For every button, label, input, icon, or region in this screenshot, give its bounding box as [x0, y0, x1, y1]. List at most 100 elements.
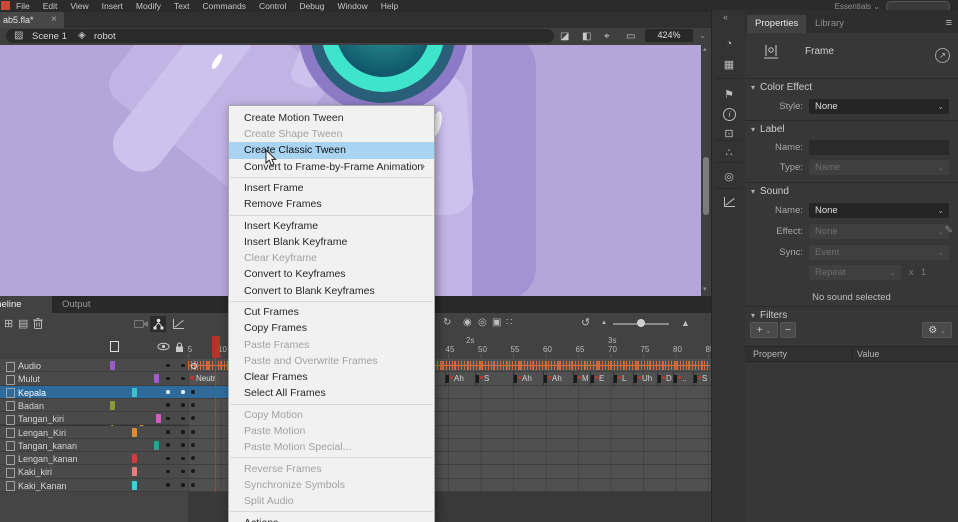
- menu-item-insert-blank-keyframe[interactable]: Insert Blank Keyframe: [229, 234, 434, 250]
- layer-lock-dot[interactable]: [181, 390, 185, 394]
- layer-row-lengan-kiri[interactable]: Lengan_Kiri: [0, 426, 188, 439]
- layer-lock-dot[interactable]: [181, 403, 185, 407]
- menu-text[interactable]: Text: [174, 1, 190, 11]
- menu-item-select-all-frames[interactable]: Select All Frames: [229, 385, 434, 401]
- layer-visibility-dot[interactable]: [166, 364, 170, 368]
- camera-icon[interactable]: [132, 316, 148, 332]
- particles-icon[interactable]: ∴: [712, 146, 746, 159]
- layer-color-swatch[interactable]: [132, 454, 137, 463]
- layer-row-tangan-kanan[interactable]: Tangan_kanan: [0, 439, 188, 452]
- label-name-input[interactable]: [809, 140, 949, 155]
- edit-sound-pencil-icon[interactable]: ✎: [945, 225, 953, 236]
- menu-item-copy-frames[interactable]: Copy Frames: [229, 320, 434, 336]
- menu-item-convert-to-blank-keyframes[interactable]: Convert to Blank Keyframes: [229, 283, 434, 299]
- clip-bounds-icon[interactable]: ▭: [626, 31, 635, 42]
- tab-timeline[interactable]: Timeline: [0, 296, 52, 313]
- layer-row-audio[interactable]: Audio: [0, 359, 188, 372]
- layer-color-swatch[interactable]: [132, 467, 137, 476]
- menu-insert[interactable]: Insert: [102, 1, 123, 11]
- layer-row-kaki-kanan[interactable]: Kaki_Kanan: [0, 479, 188, 492]
- filter-options-button[interactable]: ⚙ ⌄: [922, 322, 952, 338]
- layer-visibility-dot[interactable]: [166, 443, 170, 447]
- zoom-caret-icon[interactable]: ⌄: [699, 32, 706, 40]
- lock-icon[interactable]: [174, 342, 185, 353]
- layer-visibility-dot[interactable]: [166, 377, 170, 381]
- playhead-marker[interactable]: [212, 336, 220, 358]
- section-sound[interactable]: ▾Sound: [751, 186, 789, 197]
- clip-content-icon[interactable]: ◪: [560, 31, 569, 42]
- layer-lock-dot[interactable]: [181, 470, 185, 474]
- tab-properties[interactable]: Properties: [747, 15, 806, 33]
- menu-item-create-motion-tween[interactable]: Create Motion Tween: [229, 110, 434, 126]
- layer-visibility-dot[interactable]: [166, 390, 170, 394]
- menu-item-actions[interactable]: Actions: [229, 515, 434, 522]
- easing-graph-icon[interactable]: [723, 196, 736, 208]
- graph-view-icon[interactable]: [170, 316, 186, 332]
- layer-color-swatch[interactable]: [154, 374, 159, 383]
- zoom-in-frames-icon[interactable]: ▲: [681, 318, 690, 328]
- layer-lock-dot[interactable]: [181, 443, 185, 447]
- fill-view-icon[interactable]: ◧: [582, 31, 591, 42]
- menu-item-create-classic-tween[interactable]: Create Classic Tween: [229, 142, 434, 158]
- color-palette-icon[interactable]: ◔: [712, 38, 746, 50]
- layer-color-swatch[interactable]: [156, 414, 161, 423]
- menu-window[interactable]: Window: [337, 1, 367, 11]
- menu-item-insert-keyframe[interactable]: Insert Keyframe: [229, 218, 434, 234]
- scroll-down-icon[interactable]: ▾: [703, 286, 707, 293]
- menu-item-convert-to-keyframes[interactable]: Convert to Keyframes: [229, 266, 434, 282]
- layer-lock-dot[interactable]: [181, 377, 185, 381]
- layer-color-swatch[interactable]: [132, 388, 137, 397]
- eye-icon[interactable]: [157, 342, 170, 351]
- zoom-out-frames-icon[interactable]: ▲: [601, 320, 607, 326]
- layer-lock-dot[interactable]: [181, 364, 185, 368]
- sound-sync-select[interactable]: Event⌄: [809, 245, 949, 260]
- sound-repeat-select[interactable]: Repeat⌄: [809, 265, 901, 280]
- layer-lock-dot[interactable]: [181, 483, 185, 487]
- menu-control[interactable]: Control: [259, 1, 286, 11]
- scrollbar-thumb[interactable]: [703, 157, 709, 215]
- style-select[interactable]: None⌄: [809, 99, 949, 114]
- collapse-panels-icon[interactable]: «: [723, 12, 728, 22]
- repeat-count-value[interactable]: 1: [921, 267, 926, 277]
- sound-effect-select[interactable]: None⌄: [809, 224, 949, 239]
- center-playhead-icon[interactable]: ↻: [443, 317, 451, 328]
- menu-help[interactable]: Help: [381, 1, 398, 11]
- layer-row-kaki-kiri[interactable]: Kaki_kiri: [0, 465, 188, 478]
- onion-outline-icon[interactable]: ◎: [478, 317, 487, 328]
- layer-row-mulut[interactable]: Mulut: [0, 372, 188, 385]
- layer-color-swatch[interactable]: [110, 361, 115, 370]
- menu-item-clear-frames[interactable]: Clear Frames: [229, 369, 434, 385]
- layer-visibility-dot[interactable]: [166, 457, 170, 461]
- layer-color-swatch[interactable]: [132, 481, 137, 490]
- layer-visibility-dot[interactable]: [166, 430, 170, 434]
- timeline-zoom-slider-knob[interactable]: [637, 319, 645, 327]
- layer-visibility-dot[interactable]: [166, 470, 170, 474]
- section-filters[interactable]: ▾Filters: [751, 310, 787, 321]
- outline-color-swatch[interactable]: [110, 341, 119, 352]
- layer-color-swatch[interactable]: [110, 401, 115, 410]
- layer-visibility-dot[interactable]: [166, 403, 170, 407]
- menu-file[interactable]: File: [16, 1, 30, 11]
- expand-panel-icon[interactable]: ↗: [935, 48, 950, 63]
- remove-filter-button[interactable]: −: [780, 322, 796, 338]
- breadcrumb-scene[interactable]: Scene 1: [32, 31, 67, 42]
- reset-timeline-zoom-icon[interactable]: ↺: [581, 316, 590, 329]
- menu-edit[interactable]: Edit: [43, 1, 58, 11]
- stage-vertical-scrollbar[interactable]: ▴ ▾: [701, 45, 711, 296]
- menu-item-insert-frame[interactable]: Insert Frame: [229, 180, 434, 196]
- menu-modify[interactable]: Modify: [136, 1, 161, 11]
- menu-item-cut-frames[interactable]: Cut Frames: [229, 304, 434, 320]
- section-label[interactable]: ▾Label: [751, 124, 784, 135]
- menu-item-convert-to-frame-by-frame-animation[interactable]: Convert to Frame-by-Frame Animation›: [229, 159, 434, 175]
- column-property[interactable]: Property: [753, 349, 787, 359]
- creative-cloud-icon[interactable]: ◎: [712, 170, 746, 183]
- layer-row-lengan-kanan[interactable]: Lengan_kanan: [0, 452, 188, 465]
- scroll-up-icon[interactable]: ▴: [703, 46, 707, 53]
- menu-debug[interactable]: Debug: [299, 1, 324, 11]
- layer-color-swatch[interactable]: [154, 441, 159, 450]
- layer-color-swatch[interactable]: [132, 428, 137, 437]
- frame-picker-icon[interactable]: ▦: [712, 58, 746, 71]
- layer-lock-dot[interactable]: [181, 457, 185, 461]
- parenting-view-icon[interactable]: [150, 316, 166, 332]
- layer-visibility-dot[interactable]: [166, 417, 170, 421]
